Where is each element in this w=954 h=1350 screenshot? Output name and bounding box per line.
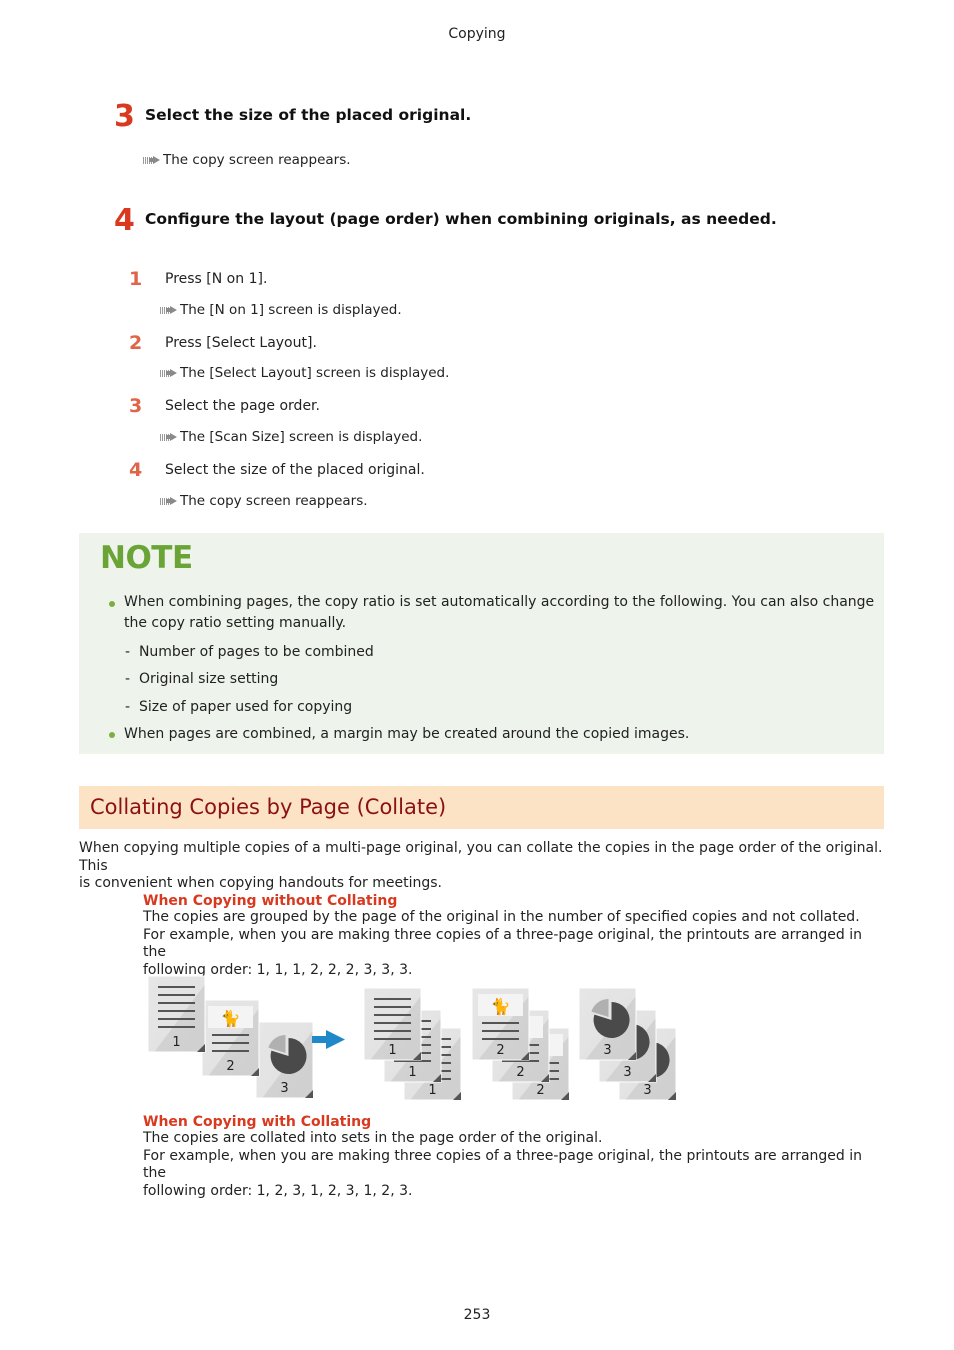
page-label: 2 bbox=[536, 1083, 544, 1098]
substep-number: 2 bbox=[129, 332, 143, 354]
section-intro: When copying multiple copies of a multi-… bbox=[79, 840, 889, 893]
note-bullet-line: the copy ratio setting manually. bbox=[124, 615, 347, 631]
without-collating-text: For example, when you are making three c… bbox=[143, 926, 863, 961]
bullet-icon bbox=[109, 732, 115, 738]
cat-icon: 🐈 bbox=[221, 1009, 241, 1028]
page-label: 2 bbox=[226, 1059, 234, 1074]
substep-result-text: The [Scan Size] screen is displayed. bbox=[180, 429, 423, 445]
page-header: Copying bbox=[448, 26, 506, 42]
page-label: 1 bbox=[428, 1083, 436, 1098]
result-arrow-icon bbox=[160, 432, 177, 442]
section-intro-line: is convenient when copying handouts for … bbox=[79, 875, 442, 891]
right-arrow-icon bbox=[312, 1030, 345, 1049]
page-sheet: 3 bbox=[255, 1021, 314, 1099]
page-label: 3 bbox=[643, 1083, 651, 1098]
substep-number: 4 bbox=[129, 459, 143, 481]
page-sheet: 3 bbox=[578, 987, 637, 1061]
page-sheet: 1 bbox=[363, 987, 422, 1061]
step-title: Select the size of the placed original. bbox=[145, 106, 472, 124]
page-number: 253 bbox=[463, 1307, 491, 1323]
collating-illustration: 3🐈21111🐈2🐈2🐈2333 bbox=[147, 975, 677, 1101]
note-title: NOTE bbox=[100, 540, 193, 576]
section-intro-line: When copying multiple copies of a multi-… bbox=[79, 840, 883, 874]
page-label: 3 bbox=[623, 1065, 631, 1080]
substep-text: Select the page order. bbox=[165, 398, 320, 414]
note-bullet-text: When combining pages, the copy ratio is … bbox=[124, 592, 874, 634]
without-collating-text: The copies are grouped by the page of th… bbox=[143, 909, 860, 925]
section-title: Collating Copies by Page (Collate) bbox=[90, 795, 447, 819]
with-collating-text: For example, when you are making three c… bbox=[143, 1147, 863, 1182]
step-result-text: The copy screen reappears. bbox=[163, 152, 351, 168]
substep-number: 3 bbox=[129, 395, 143, 417]
step-title: Configure the layout (page order) when c… bbox=[145, 210, 777, 228]
page-label: 2 bbox=[496, 1043, 504, 1058]
page-sheet: 🐈2 bbox=[201, 999, 260, 1077]
substep-text: Press [Select Layout]. bbox=[165, 335, 317, 351]
page-label: 1 bbox=[388, 1043, 396, 1058]
with-collating-text: following order: 1, 2, 3, 1, 2, 3, 1, 2,… bbox=[143, 1182, 413, 1199]
page-label: 3 bbox=[280, 1081, 288, 1096]
note-bullet-text: When pages are combined, a margin may be… bbox=[124, 726, 690, 742]
substep-result: The [Scan Size] screen is displayed. bbox=[160, 429, 422, 445]
step-result: The copy screen reappears. bbox=[143, 152, 351, 168]
note-subitem-text: Size of paper used for copying bbox=[138, 699, 353, 715]
page-sheet: 🐈2 bbox=[471, 987, 530, 1061]
note-subitem: - Original size setting bbox=[125, 671, 279, 687]
with-collating-text: The copies are collated into sets in the… bbox=[143, 1130, 603, 1146]
without-collating-block: When Copying without Collating The copie… bbox=[143, 893, 883, 979]
result-arrow-icon bbox=[143, 155, 160, 165]
bullet-icon bbox=[109, 601, 115, 607]
page-label: 2 bbox=[516, 1065, 524, 1080]
without-collating-heading: When Copying without Collating bbox=[143, 893, 398, 909]
note-subitem-text: Original size setting bbox=[138, 671, 279, 687]
with-collating-block: When Copying with Collating The copies a… bbox=[143, 1114, 883, 1200]
cat-icon: 🐈 bbox=[491, 997, 511, 1016]
note-bullet-line: When combining pages, the copy ratio is … bbox=[124, 594, 875, 610]
substep-result-text: The copy screen reappears. bbox=[180, 493, 368, 509]
page-label: 1 bbox=[172, 1035, 180, 1050]
substep-number: 1 bbox=[129, 268, 143, 290]
page-label: 1 bbox=[408, 1065, 416, 1080]
note-subitem: - Number of pages to be combined bbox=[125, 644, 374, 660]
note-subitem: - Size of paper used for copying bbox=[125, 699, 353, 715]
step-number: 4 bbox=[114, 203, 135, 238]
substep-result: The copy screen reappears. bbox=[160, 493, 368, 509]
substep-text: Press [N on 1]. bbox=[165, 271, 268, 287]
result-arrow-icon bbox=[160, 368, 177, 378]
page-sheet: 1 bbox=[147, 975, 206, 1053]
substep-result: The [Select Layout] screen is displayed. bbox=[160, 365, 449, 381]
result-arrow-icon bbox=[160, 305, 177, 315]
substep-result-text: The [N on 1] screen is displayed. bbox=[180, 302, 402, 318]
note-subitem-text: Number of pages to be combined bbox=[138, 644, 374, 660]
result-arrow-icon bbox=[160, 496, 177, 506]
substep-text: Select the size of the placed original. bbox=[165, 462, 425, 478]
step-number: 3 bbox=[114, 99, 135, 134]
substep-result-text: The [Select Layout] screen is displayed. bbox=[180, 365, 450, 381]
substep-result: The [N on 1] screen is displayed. bbox=[160, 302, 402, 318]
page-label: 3 bbox=[603, 1043, 611, 1058]
with-collating-heading: When Copying with Collating bbox=[143, 1114, 372, 1130]
